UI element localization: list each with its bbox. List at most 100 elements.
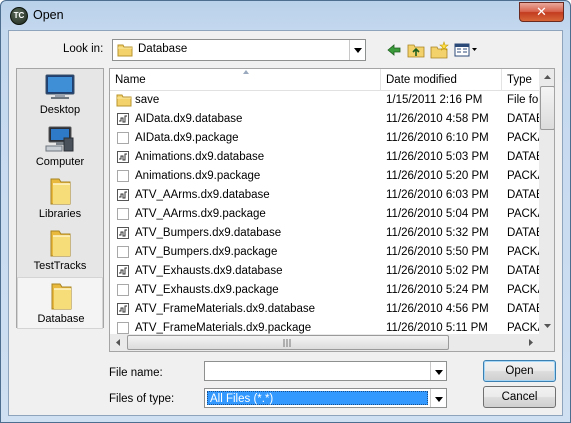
place-desktop[interactable]: Desktop <box>17 69 103 121</box>
file-date-cell: 11/26/2010 6:03 PM <box>386 189 489 201</box>
file-icon <box>116 283 130 300</box>
file-row[interactable]: ATV_FrameMaterials.dx9.database 11/26/201… <box>110 300 544 319</box>
file-row[interactable]: ATV_Exhausts.dx9.database 11/26/2010 5:02… <box>110 262 544 281</box>
file-date-cell: 11/26/2010 5:04 PM <box>386 208 489 220</box>
place-libraries[interactable]: Libraries <box>17 173 103 225</box>
file-row[interactable]: ATV_Bumpers.dx9.database 11/26/2010 5:32 … <box>110 224 544 243</box>
file-row[interactable]: Animations.dx9.database 11/26/2010 5:03 P… <box>110 148 544 167</box>
file-date-cell: 11/26/2010 5:03 PM <box>386 151 489 163</box>
file-icon <box>116 245 130 262</box>
file-name-cell: AIData.dx9.package <box>135 132 239 144</box>
place-label: Database <box>37 313 85 325</box>
file-date-cell: 11/26/2010 5:11 PM <box>386 322 488 334</box>
scroll-up-icon[interactable] <box>539 69 555 86</box>
open-dialog: TC Open ✕ Look in: Database Desktop Comp… <box>0 0 571 423</box>
new-folder-icon[interactable] <box>430 40 450 60</box>
place-computer[interactable]: Computer <box>17 121 103 173</box>
file-row[interactable]: ATV_Exhausts.dx9.package 11/26/2010 5:24 … <box>110 281 545 300</box>
folder-icon <box>116 93 132 110</box>
file-name-cell: AIData.dx9.database <box>135 113 243 125</box>
view-menu-icon[interactable] <box>454 40 478 60</box>
file-row[interactable]: ATV_AArms.dx9.package 11/26/2010 5:04 PM P… <box>110 205 545 224</box>
dialog-body: Look in: Database Desktop Computer Libra… <box>8 30 563 416</box>
up-folder-icon[interactable] <box>407 40 425 60</box>
app-icon[interactable]: TC <box>10 7 28 25</box>
file-date-cell: 11/26/2010 5:02 PM <box>386 265 489 277</box>
database-file-icon <box>116 226 130 243</box>
file-date-cell: 1/15/2011 2:16 PM <box>386 94 483 106</box>
file-row[interactable]: AIData.dx9.database 11/26/2010 4:58 PM DAT… <box>110 110 544 129</box>
title-bar[interactable]: TC Open ✕ <box>1 1 570 31</box>
place-label: Libraries <box>38 208 82 220</box>
file-date-cell: 11/26/2010 5:24 PM <box>386 284 489 296</box>
places-bar: Desktop Computer Libraries TestTracks Da… <box>16 68 104 329</box>
vertical-scroll-thumb[interactable] <box>540 86 554 130</box>
sort-up-icon <box>243 70 249 74</box>
column-date-label: Date modified <box>386 74 457 86</box>
file-name-cell: ATV_AArms.dx9.database <box>135 189 270 201</box>
file-name-cell: ATV_AArms.dx9.package <box>135 208 266 220</box>
chevron-down-icon[interactable] <box>349 40 365 60</box>
scroll-left-icon[interactable] <box>110 334 127 351</box>
chevron-down-icon[interactable] <box>430 389 446 407</box>
libraries-icon <box>50 178 71 205</box>
file-name-input[interactable] <box>204 361 447 381</box>
folder-icon <box>51 283 72 310</box>
column-name-label: Name <box>115 74 146 86</box>
look-in-value: Database <box>138 43 188 55</box>
desktop-icon <box>45 74 75 99</box>
open-button[interactable]: Open <box>483 360 556 382</box>
scroll-down-icon[interactable] <box>539 317 555 334</box>
file-row[interactable]: Animations.dx9.package 11/26/2010 5:20 PM… <box>110 167 545 186</box>
file-row[interactable]: save 1/15/2011 2:16 PM File fol <box>110 91 541 110</box>
database-file-icon <box>116 264 130 281</box>
file-type-label: Files of type: <box>109 393 175 405</box>
look-in-combo[interactable]: Database <box>112 39 366 61</box>
file-date-cell: 11/26/2010 5:20 PM <box>386 170 489 182</box>
file-icon <box>116 131 130 148</box>
file-type-value: All Files (*.*) <box>207 391 428 405</box>
file-type-combo[interactable]: All Files (*.*) <box>204 388 447 408</box>
look-in-label: Look in: <box>63 43 104 55</box>
database-file-icon <box>116 150 130 167</box>
file-list[interactable]: Name Date modified Type save 1/15/2011 2:… <box>109 68 555 352</box>
folder-icon <box>50 230 71 257</box>
cancel-button[interactable]: Cancel <box>483 386 556 408</box>
scroll-corner <box>539 334 554 351</box>
close-button[interactable]: ✕ <box>519 2 564 22</box>
place-testtracks[interactable]: TestTracks <box>17 225 103 277</box>
back-icon[interactable] <box>386 40 402 60</box>
file-name-cell: ATV_Exhausts.dx9.package <box>135 284 279 296</box>
vertical-scrollbar[interactable] <box>539 69 555 334</box>
file-name-label: File name: <box>109 367 163 379</box>
place-database[interactable]: Database <box>17 277 103 329</box>
place-label: TestTracks <box>33 260 87 272</box>
computer-icon <box>45 126 74 152</box>
file-name-cell: ATV_FrameMaterials.dx9.package <box>135 322 312 334</box>
folder-icon <box>117 44 133 57</box>
file-name-cell: ATV_Exhausts.dx9.database <box>135 265 283 277</box>
window-title: Open <box>33 8 64 22</box>
database-file-icon <box>116 188 130 205</box>
file-date-cell: 11/26/2010 6:10 PM <box>386 132 489 144</box>
file-icon <box>116 207 130 224</box>
file-row[interactable]: AIData.dx9.package 11/26/2010 6:10 PM PACK… <box>110 129 545 148</box>
column-date[interactable]: Date modified <box>381 69 502 91</box>
column-type-label: Type <box>507 74 532 86</box>
scroll-right-icon[interactable] <box>522 334 539 351</box>
file-icon <box>116 169 130 186</box>
chevron-down-icon[interactable] <box>430 362 446 380</box>
file-date-cell: 11/26/2010 5:32 PM <box>386 227 489 239</box>
column-name[interactable]: Name <box>110 69 381 91</box>
file-name-cell: ATV_Bumpers.dx9.package <box>135 246 278 258</box>
place-label: Computer <box>35 156 85 168</box>
file-row[interactable]: ATV_AArms.dx9.database 11/26/2010 6:03 PM… <box>110 186 544 205</box>
horizontal-scroll-thumb[interactable] <box>127 335 449 350</box>
file-row[interactable]: ATV_Bumpers.dx9.package 11/26/2010 5:50 P… <box>110 243 545 262</box>
database-file-icon <box>116 302 130 319</box>
file-date-cell: 11/26/2010 4:56 PM <box>386 303 489 315</box>
file-name-cell: save <box>135 94 160 106</box>
file-name-cell: Animations.dx9.database <box>135 151 265 163</box>
file-name-cell: Animations.dx9.package <box>135 170 261 182</box>
horizontal-scrollbar[interactable] <box>110 334 539 351</box>
